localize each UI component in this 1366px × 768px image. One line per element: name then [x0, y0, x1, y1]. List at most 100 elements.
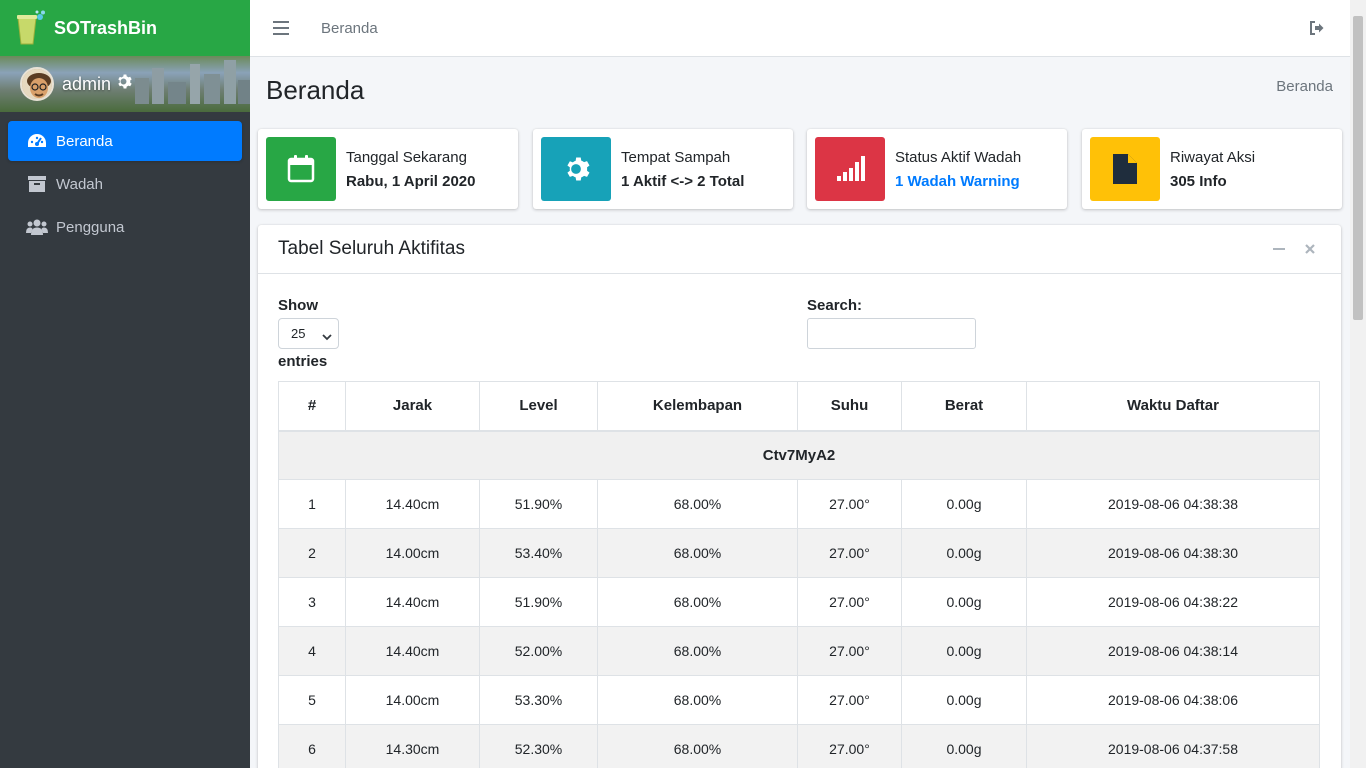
cell-level: 51.90% — [479, 577, 598, 627]
table-row: 5 14.00cm 53.30% 68.00% 27.00° 0.00g 201… — [278, 675, 1320, 725]
cell-number: 3 — [278, 577, 346, 627]
cell-suhu: 27.00° — [797, 577, 902, 627]
cell-level: 52.30% — [479, 724, 598, 768]
sidebar: SOTrashBin admin Beranda Wadah Pengguna — [0, 0, 250, 768]
info-box-label: Tanggal Sekarang — [346, 148, 467, 166]
column-header-level[interactable]: Level — [479, 381, 598, 432]
cell-level: 53.40% — [479, 528, 598, 578]
info-box-label: Riwayat Aksi — [1170, 148, 1256, 166]
top-navbar: Beranda — [250, 0, 1350, 57]
column-header-waktu-daftar[interactable]: Waktu Daftar — [1026, 381, 1320, 432]
cell-suhu: 27.00° — [797, 626, 902, 676]
cell-berat: 0.00g — [901, 479, 1027, 529]
cell-berat: 0.00g — [901, 724, 1027, 768]
table-group-row: Ctv7MyA2 — [278, 430, 1320, 480]
cell-kelembapan: 68.00% — [597, 675, 798, 725]
cell-level: 51.90% — [479, 479, 598, 529]
content-wrapper: Beranda Beranda Tanggal Sekarang Rabu, 1… — [250, 57, 1350, 768]
search-input[interactable] — [807, 318, 976, 349]
cell-jarak: 14.40cm — [345, 479, 480, 529]
sidebar-nav: Beranda Wadah Pengguna — [0, 112, 250, 259]
user-panel: admin — [0, 56, 250, 112]
city-background — [135, 60, 250, 104]
page-scrollbar[interactable] — [1350, 0, 1366, 768]
collapse-icon[interactable] — [1273, 242, 1285, 254]
sidebar-item-label: Pengguna — [56, 218, 125, 236]
cell-waktu-daftar: 2019-08-06 04:38:30 — [1026, 528, 1320, 578]
table-row: 3 14.40cm 51.90% 68.00% 27.00° 0.00g 201… — [278, 577, 1320, 627]
cell-jarak: 14.40cm — [345, 626, 480, 676]
cell-waktu-daftar: 2019-08-06 04:38:06 — [1026, 675, 1320, 725]
brand-name: SOTrashBin — [54, 17, 158, 38]
cell-suhu: 27.00° — [797, 479, 902, 529]
cell-number: 5 — [278, 675, 346, 725]
column-header-number[interactable]: # — [278, 381, 346, 432]
info-box-value-link[interactable]: 1 Wadah Warning — [895, 173, 1021, 190]
cell-waktu-daftar: 2019-08-06 04:37:58 — [1026, 724, 1320, 768]
column-header-kelembapan[interactable]: Kelembapan — [597, 381, 798, 432]
info-box-riwayat-aksi: Riwayat Aksi 305 Info — [1082, 129, 1342, 209]
archive-icon — [26, 175, 48, 193]
avatar[interactable] — [20, 67, 54, 101]
users-icon — [26, 218, 48, 236]
gear-icon — [541, 137, 611, 201]
sidebar-item-pengguna[interactable]: Pengguna — [8, 207, 242, 247]
cell-jarak: 14.00cm — [345, 528, 480, 578]
brand[interactable]: SOTrashBin — [0, 0, 250, 56]
sidebar-item-wadah[interactable]: Wadah — [8, 164, 242, 204]
file-icon — [1090, 137, 1160, 201]
cell-kelembapan: 68.00% — [597, 479, 798, 529]
top-nav-link-beranda[interactable]: Beranda — [321, 20, 378, 37]
page-length-select[interactable]: 25 — [278, 318, 339, 349]
cell-level: 52.00% — [479, 626, 598, 676]
cell-kelembapan: 68.00% — [597, 724, 798, 768]
column-header-suhu[interactable]: Suhu — [797, 381, 902, 432]
info-box-value: Rabu, 1 April 2020 — [346, 172, 476, 190]
trash-bin-logo-icon — [14, 10, 46, 46]
cell-berat: 0.00g — [901, 577, 1027, 627]
close-icon[interactable] — [1304, 242, 1316, 254]
cell-kelembapan: 68.00% — [597, 528, 798, 578]
menu-toggle-icon[interactable] — [273, 21, 289, 35]
sidebar-item-label: Wadah — [56, 175, 103, 193]
cell-kelembapan: 68.00% — [597, 626, 798, 676]
table-row: 2 14.00cm 53.40% 68.00% 27.00° 0.00g 201… — [278, 528, 1320, 578]
search-label: Search: — [807, 297, 863, 314]
activity-card: Tabel Seluruh Aktifitas Show 25 entries … — [258, 225, 1341, 768]
entries-label: entries — [278, 353, 328, 370]
table-header-row: # Jarak Level Kelembapan Suhu Berat Wakt… — [278, 381, 1320, 432]
cell-number: 6 — [278, 724, 346, 768]
logout-icon[interactable] — [1310, 21, 1324, 35]
user-name[interactable]: admin — [62, 73, 132, 95]
dashboard-icon — [26, 132, 48, 150]
cell-berat: 0.00g — [901, 675, 1027, 725]
calendar-icon — [266, 137, 336, 201]
user-name-label: admin — [62, 73, 112, 94]
cell-number: 1 — [278, 479, 346, 529]
cell-berat: 0.00g — [901, 528, 1027, 578]
breadcrumb[interactable]: Beranda — [1276, 78, 1333, 95]
cell-berat: 0.00g — [901, 626, 1027, 676]
sidebar-item-label: Beranda — [56, 132, 113, 150]
cell-jarak: 14.40cm — [345, 577, 480, 627]
gear-icon[interactable] — [115, 73, 132, 95]
table-row: 4 14.40cm 52.00% 68.00% 27.00° 0.00g 201… — [278, 626, 1320, 676]
column-header-berat[interactable]: Berat — [901, 381, 1027, 432]
table-row: 6 14.30cm 52.30% 68.00% 27.00° 0.00g 201… — [278, 724, 1320, 768]
sidebar-item-beranda[interactable]: Beranda — [8, 121, 242, 161]
cell-jarak: 14.00cm — [345, 675, 480, 725]
info-box-value: 1 Aktif <-> 2 Total — [621, 172, 745, 190]
cell-number: 2 — [278, 528, 346, 578]
column-header-jarak[interactable]: Jarak — [345, 381, 480, 432]
scrollbar-thumb[interactable] — [1353, 16, 1363, 320]
activity-table: # Jarak Level Kelembapan Suhu Berat Wakt… — [278, 381, 1320, 768]
cell-waktu-daftar: 2019-08-06 04:38:22 — [1026, 577, 1320, 627]
info-box-tanggal: Tanggal Sekarang Rabu, 1 April 2020 — [258, 129, 518, 209]
table-row: 1 14.40cm 51.90% 68.00% 27.00° 0.00g 201… — [278, 479, 1320, 529]
show-label: Show — [278, 297, 318, 314]
cell-waktu-daftar: 2019-08-06 04:38:14 — [1026, 626, 1320, 676]
cell-suhu: 27.00° — [797, 675, 902, 725]
info-box-value: 305 Info — [1170, 172, 1227, 190]
cell-suhu: 27.00° — [797, 724, 902, 768]
card-header: Tabel Seluruh Aktifitas — [258, 225, 1341, 274]
